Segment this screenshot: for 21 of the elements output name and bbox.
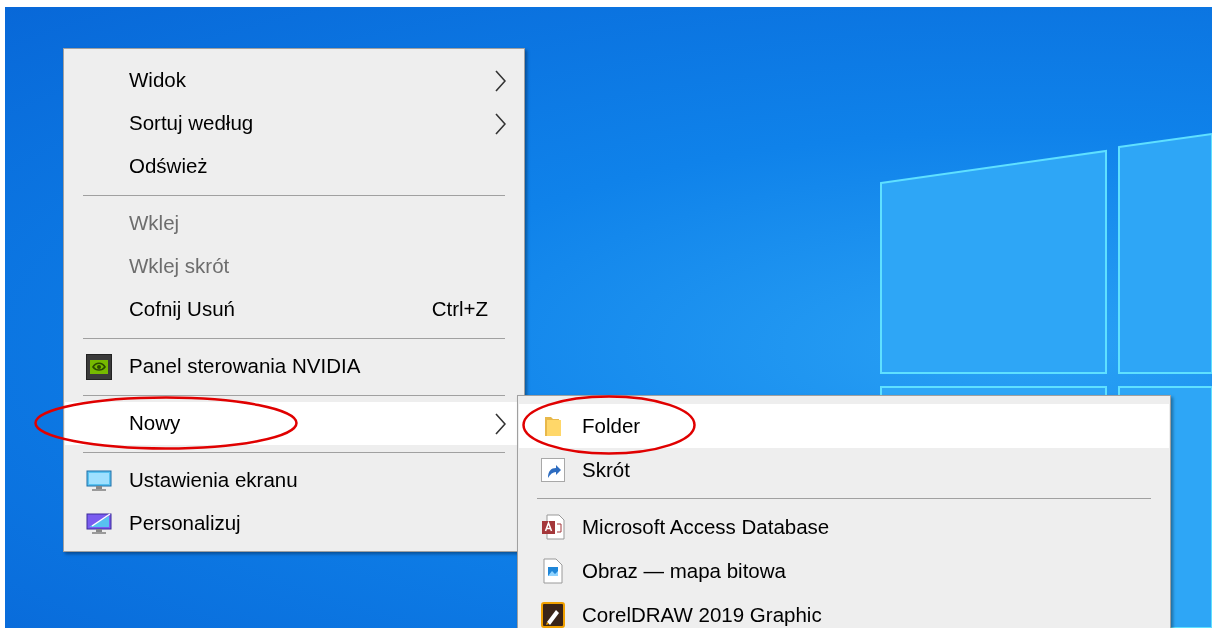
menu-item[interactable]: Skrót: [519, 448, 1169, 492]
chevron-right-icon: [494, 112, 506, 135]
chevron-right-icon: [494, 69, 506, 92]
menu-item[interactable]: CorelDRAW 2019 Graphic: [519, 593, 1169, 628]
folder-icon: [542, 414, 563, 438]
nvidia-logo-icon: [86, 353, 112, 380]
menu-item[interactable]: Folder: [519, 404, 1169, 448]
menu-item[interactable]: Widok: [65, 59, 523, 102]
menu-item[interactable]: Odśwież: [65, 145, 523, 188]
menu-item[interactable]: Sortuj według: [65, 102, 523, 145]
menu-item[interactable]: Panel sterowania NVIDIA: [65, 345, 523, 388]
pen-document-icon: [540, 602, 565, 628]
chevron-right-icon: [494, 412, 506, 435]
menu-item[interactable]: Microsoft Access Database: [519, 505, 1169, 549]
menu-item[interactable]: Obraz — mapa bitowa: [519, 549, 1169, 593]
monitor-brush-icon: [86, 511, 112, 536]
document-letter-icon: [540, 514, 565, 540]
monitor-icon: [86, 468, 112, 493]
menu-item[interactable]: Cofnij Usuń Ctrl+Z: [65, 288, 523, 331]
shortcut-label: Ctrl+Z: [431, 296, 488, 323]
image-document-icon: [541, 558, 564, 584]
